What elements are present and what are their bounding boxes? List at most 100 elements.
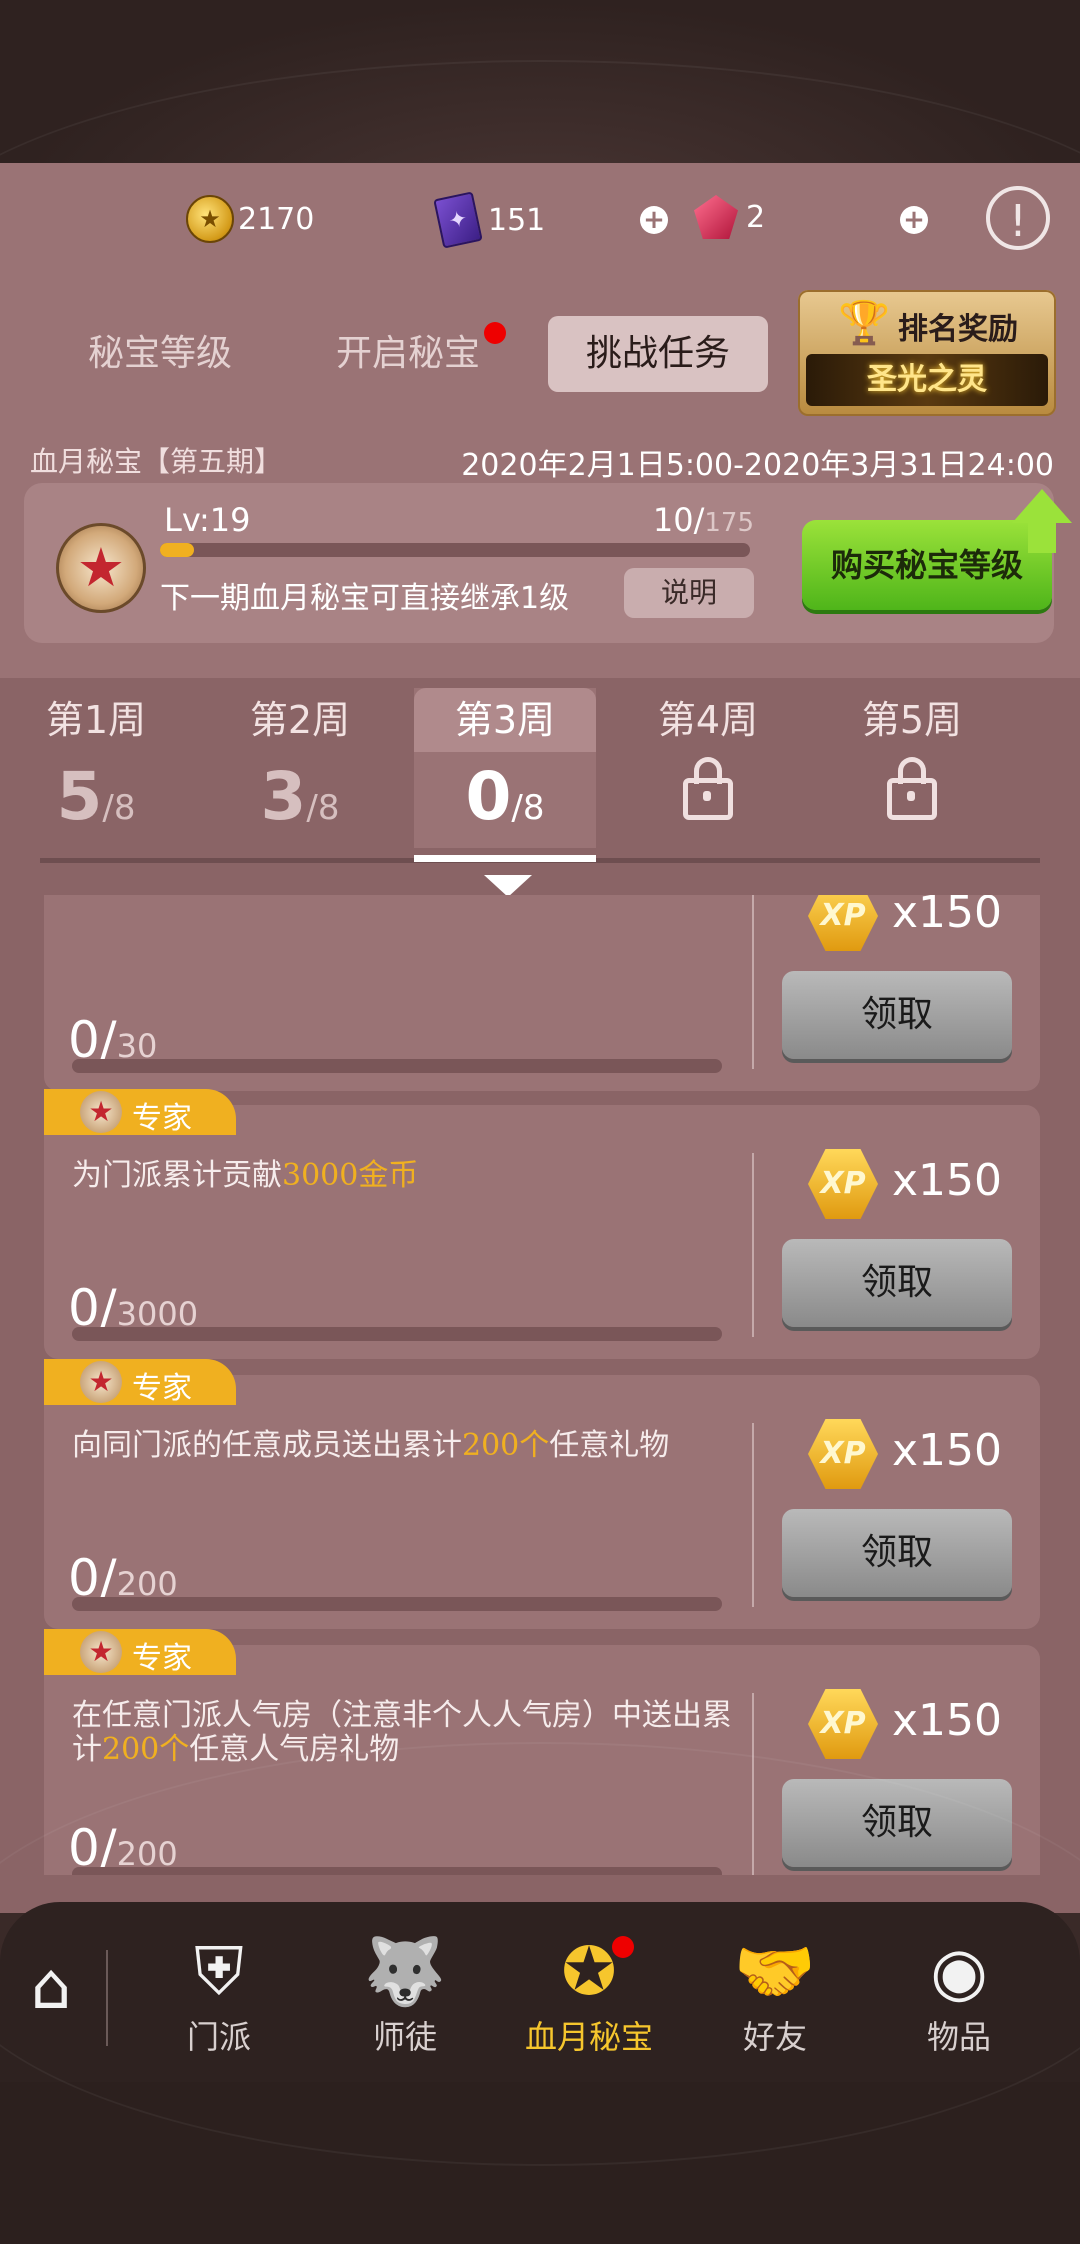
explain-button[interactable]: 说明 [624, 568, 754, 618]
week-count: 5/8 [6, 758, 186, 835]
claim-button[interactable]: 领取 [782, 1239, 1012, 1327]
reward-amount: x150 [892, 895, 1003, 938]
gold-coin-icon: ★ [186, 195, 234, 243]
xp-icon: XP [808, 1689, 878, 1759]
level-note: 下一期血月秘宝可直接继承1级 [160, 581, 570, 616]
gold-counter: ★ 2170 [186, 195, 314, 243]
bottom-background [0, 1742, 1080, 2244]
tab-week-5[interactable]: 第5周 [822, 688, 1002, 848]
task-progress-bar [72, 1597, 722, 1611]
lock-icon [887, 757, 937, 820]
screen: ★ 2170 ✦ 151 + 2 + ! 秘宝等级 开启秘宝 挑战任务 🏆 排名… [0, 0, 1080, 2244]
level-current: 10/ [652, 501, 705, 539]
info-icon[interactable]: ! [986, 186, 1050, 250]
compass-icon: ★ [80, 1361, 122, 1403]
task-card: 0/30 XP x150 领取 [44, 895, 1040, 1091]
buy-level-button[interactable]: 购买秘宝等级 [802, 520, 1052, 610]
up-arrow-icon [1012, 489, 1072, 523]
desc-highlight: 3000金币 [282, 1158, 419, 1193]
desc-part: 任意礼物 [549, 1428, 670, 1463]
claim-button[interactable]: 领取 [782, 1509, 1012, 1597]
week-total: /8 [102, 788, 136, 828]
week-done: 3 [260, 758, 307, 835]
tab-week-3[interactable]: 第3周 0/8 [414, 688, 596, 848]
level-total: 175 [704, 508, 754, 538]
week-label: 第1周 [45, 698, 147, 742]
level-box: ★ Lv:19 10/175 下一期血月秘宝可直接继承1级 说明 购买秘宝等级 [24, 483, 1072, 643]
week-count: 0/8 [414, 758, 596, 835]
lock-icon [683, 757, 733, 820]
week-active-underline [414, 855, 596, 862]
badge-label: 专家 [132, 1101, 192, 1136]
week-label: 第5周 [861, 698, 963, 742]
card-divider [752, 1153, 754, 1337]
trophy-icon: 🏆 [838, 298, 891, 347]
claim-button[interactable]: 领取 [782, 971, 1012, 1059]
task-progress-bar [72, 1059, 722, 1073]
tab-treasure-level[interactable]: 秘宝等级 [60, 316, 260, 392]
compass-icon: ★ [80, 1091, 122, 1133]
week-label: 第3周 [414, 688, 596, 752]
level-progress-fill [160, 543, 194, 557]
notification-dot [484, 322, 506, 344]
week-done: 5 [56, 758, 103, 835]
gem-icon [694, 195, 738, 239]
up-arrow-stem [1028, 521, 1056, 553]
task-description: 为门派累计贡献3000金币 [72, 1159, 752, 1193]
week-count: 3/8 [210, 758, 390, 835]
reward-amount: x150 [892, 1155, 1003, 1206]
xp-icon: XP [808, 895, 878, 951]
task-card: ★ 专家 向同门派的任意成员送出累计200个任意礼物 0/200 XP x150 … [44, 1359, 1040, 1629]
tab-week-1[interactable]: 第1周 5/8 [6, 688, 186, 848]
rank-reward-label: 排名奖励 [898, 312, 1018, 347]
level-progress-bar [160, 543, 750, 557]
week-total: /8 [306, 788, 340, 828]
week-label: 第2周 [249, 698, 351, 742]
compass-icon: ★ [80, 1631, 122, 1673]
desc-highlight: 200个 [462, 1428, 550, 1463]
gold-amount: 2170 [238, 201, 315, 237]
desc-part: 向同门派的任意成员送出累计 [72, 1428, 462, 1463]
tab-challenge-tasks[interactable]: 挑战任务 [548, 316, 768, 392]
season-title: 血月秘宝【第五期】 [30, 445, 283, 478]
level-progress-count: 10/175 [653, 501, 754, 539]
badge-label: 专家 [132, 1641, 192, 1676]
xp-icon: XP [808, 1149, 878, 1219]
week-done: 0 [465, 758, 512, 835]
card-divider [752, 1423, 754, 1607]
tab-week-2[interactable]: 第2周 3/8 [210, 688, 390, 848]
xp-icon: XP [808, 1419, 878, 1489]
gem-amount: 2 [746, 199, 766, 235]
task-list[interactable]: 0/30 XP x150 领取 ★ 专家 为门派累计贡献3000金币 0/3000… [0, 895, 1080, 1875]
rank-reward-button[interactable]: 🏆 排名奖励 圣光之灵 [798, 290, 1056, 416]
task-card: ★ 专家 为门派累计贡献3000金币 0/3000 XP x150 领取 [44, 1089, 1040, 1359]
card-divider [752, 895, 754, 1069]
book-counter: ✦ 151 [433, 191, 546, 249]
expert-badge: ★ 专家 [44, 1629, 236, 1676]
desc-highlight: 200个 [102, 1732, 190, 1767]
level-text: Lv:19 [164, 501, 251, 539]
badge-label: 专家 [132, 1371, 192, 1406]
book-amount: 151 [488, 202, 546, 238]
top-background [0, 0, 1080, 464]
rank-banner: 圣光之灵 [806, 354, 1048, 406]
compass-icon: ★ [56, 523, 146, 613]
expert-badge: ★ 专家 [44, 1089, 236, 1136]
add-book-button[interactable]: + [640, 206, 668, 234]
week-total: /8 [511, 788, 545, 828]
season-date: 2020年2月1日5:00-2020年3月31日24:00 [461, 448, 1054, 483]
task-description: 向同门派的任意成员送出累计200个任意礼物 [72, 1429, 752, 1463]
reward-amount: x150 [892, 1695, 1003, 1746]
task-progress-bar [72, 1327, 722, 1341]
expert-badge: ★ 专家 [44, 1359, 236, 1406]
week-tabs: 第1周 5/8 第2周 3/8 第3周 0/8 第4周 第5周 [0, 678, 1080, 863]
tab-open-treasure[interactable]: 开启秘宝 [308, 316, 508, 392]
tab-week-4[interactable]: 第4周 [618, 688, 798, 848]
gem-counter: 2 [694, 195, 765, 239]
add-gem-button[interactable]: + [900, 206, 928, 234]
book-icon: ✦ [433, 191, 483, 249]
week-pointer [484, 875, 532, 897]
reward-amount: x150 [892, 1425, 1003, 1476]
desc-part: 为门派累计贡献 [72, 1158, 282, 1193]
week-label: 第4周 [657, 698, 759, 742]
